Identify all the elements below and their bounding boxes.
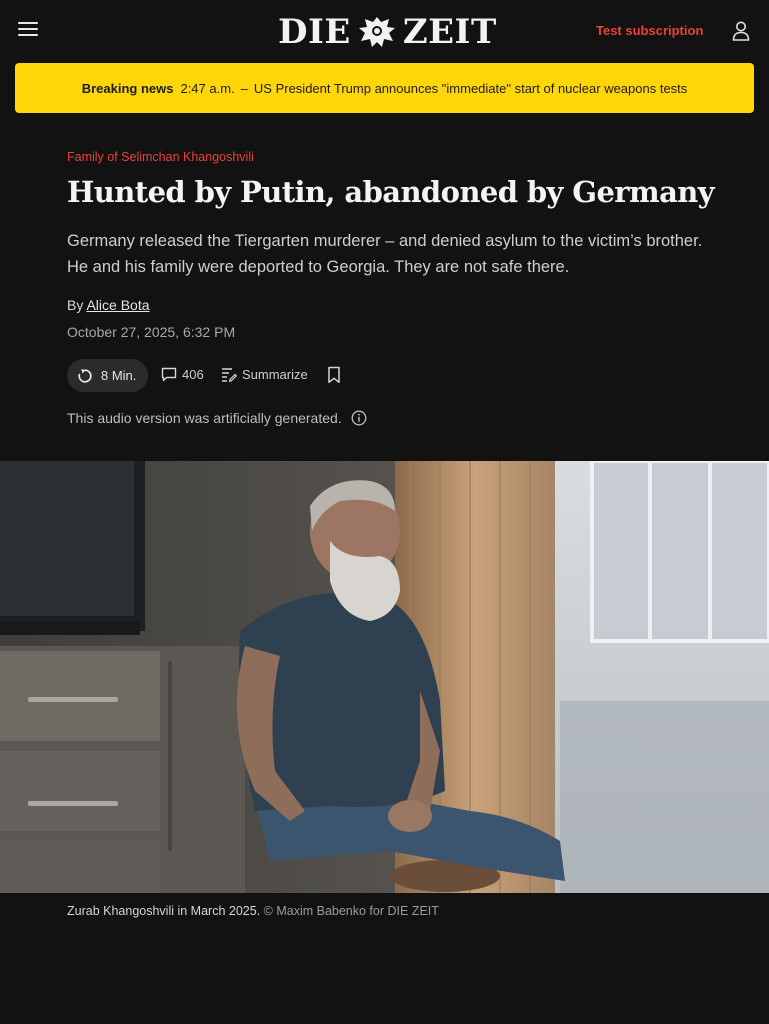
article-dek: Germany released the Tiergarten murderer… (67, 232, 703, 276)
site-logo[interactable]: DIE ZEIT (278, 12, 497, 52)
byline: By Alice Bota (67, 297, 150, 313)
user-icon[interactable] (731, 20, 751, 42)
image-caption-text: Zurab Khangoshvili in March 2025. (67, 904, 261, 918)
audio-play-button[interactable]: 8 Min. (67, 359, 148, 392)
comments-button[interactable]: 406 (161, 367, 204, 382)
eagle-crest-icon (358, 17, 395, 47)
article-kicker: Family of Selimchan Khangoshvili (67, 150, 254, 164)
image-caption: Zurab Khangoshvili in March 2025. © Maxi… (67, 904, 439, 918)
audio-duration: 8 Min. (101, 368, 137, 383)
hamburger-menu-icon[interactable] (18, 22, 38, 38)
audio-disclaimer-text: This audio version was artificially gene… (67, 410, 342, 426)
info-icon[interactable] (351, 410, 367, 426)
audio-disclaimer: This audio version was artificially gene… (67, 410, 367, 426)
comment-count: 406 (182, 367, 204, 382)
byline-prefix: By (67, 297, 84, 313)
breaking-news-label: Breaking news (81, 80, 174, 96)
image-credit: © Maxim Babenko for DIE ZEIT (263, 904, 439, 918)
breaking-news-banner[interactable]: Breaking news 2:47 a.m. – US President T… (15, 63, 754, 113)
site-header: DIE ZEIT Test subscription (0, 0, 769, 62)
author-link[interactable]: Alice Bota (86, 297, 149, 313)
summarize-icon (222, 368, 237, 382)
summarize-label: Summarize (242, 367, 308, 382)
comment-icon (161, 367, 177, 382)
logo-text-left: DIE (278, 12, 351, 52)
publish-date: October 27, 2025, 6:32 PM (67, 324, 236, 340)
article-hero-image (0, 461, 769, 893)
summarize-button[interactable]: Summarize (221, 367, 308, 382)
test-subscription-link[interactable]: Test subscription (596, 23, 703, 38)
article-title: Hunted by Putin, abandoned by Germany (67, 175, 715, 209)
breaking-news-headline: US President Trump announces "immediate"… (253, 80, 688, 96)
bookmark-icon[interactable] (327, 366, 341, 384)
logo-text-right: ZEIT (402, 12, 497, 52)
breaking-news-separator: – (240, 80, 248, 96)
breaking-news-time: 2:47 a.m. (180, 80, 235, 96)
replay-icon (78, 368, 92, 383)
